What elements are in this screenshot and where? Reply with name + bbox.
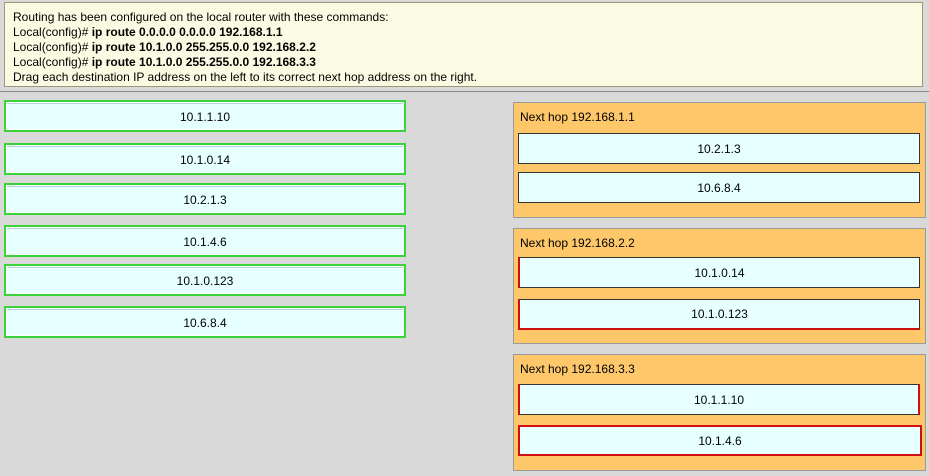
source-item-label: 10.6.8.4 [7,309,403,335]
instructions-intro: Routing has been configured on the local… [13,10,389,24]
divider [0,91,929,92]
command-line-3: Local(config)# ip route 10.1.0.0 255.255… [13,55,316,69]
source-item[interactable]: 10.6.8.4 [4,306,406,338]
drop-zone-next-hop-2[interactable]: Next hop 192.168.2.2 10.1.0.14 10.1.0.12… [513,228,926,344]
dropped-item[interactable]: 10.1.1.10 [518,384,920,415]
drop-zone-title: Next hop 192.168.1.1 [520,110,635,124]
source-item-label: 10.1.4.6 [7,228,403,254]
dropped-item[interactable]: 10.6.8.4 [518,172,920,203]
source-item[interactable]: 10.1.1.10 [4,100,406,132]
dropped-item[interactable]: 10.1.0.123 [518,299,920,330]
source-item[interactable]: 10.1.0.14 [4,143,406,175]
source-item-label: 10.2.1.3 [7,186,403,212]
drop-zone-title: Next hop 192.168.2.2 [520,236,635,250]
source-item[interactable]: 10.2.1.3 [4,183,406,215]
dropped-item[interactable]: 10.1.4.6 [518,425,922,456]
instructions-task: Drag each destination IP address on the … [13,70,478,84]
command-line-2: Local(config)# ip route 10.1.0.0 255.255… [13,40,316,54]
drop-zone-title: Next hop 192.168.3.3 [520,362,635,376]
drop-zone-next-hop-3[interactable]: Next hop 192.168.3.3 10.1.1.10 10.1.4.6 [513,354,926,471]
source-item[interactable]: 10.1.0.123 [4,264,406,296]
instructions-panel: Routing has been configured on the local… [4,2,923,87]
source-item-label: 10.1.1.10 [7,103,403,129]
source-item-label: 10.1.0.14 [7,146,403,172]
drop-zone-next-hop-1[interactable]: Next hop 192.168.1.1 10.2.1.3 10.6.8.4 [513,102,926,218]
dropped-item[interactable]: 10.2.1.3 [518,133,920,164]
command-line-1: Local(config)# ip route 0.0.0.0 0.0.0.0 … [13,25,283,39]
source-item[interactable]: 10.1.4.6 [4,225,406,257]
source-item-label: 10.1.0.123 [7,267,403,293]
dropped-item[interactable]: 10.1.0.14 [518,257,920,288]
